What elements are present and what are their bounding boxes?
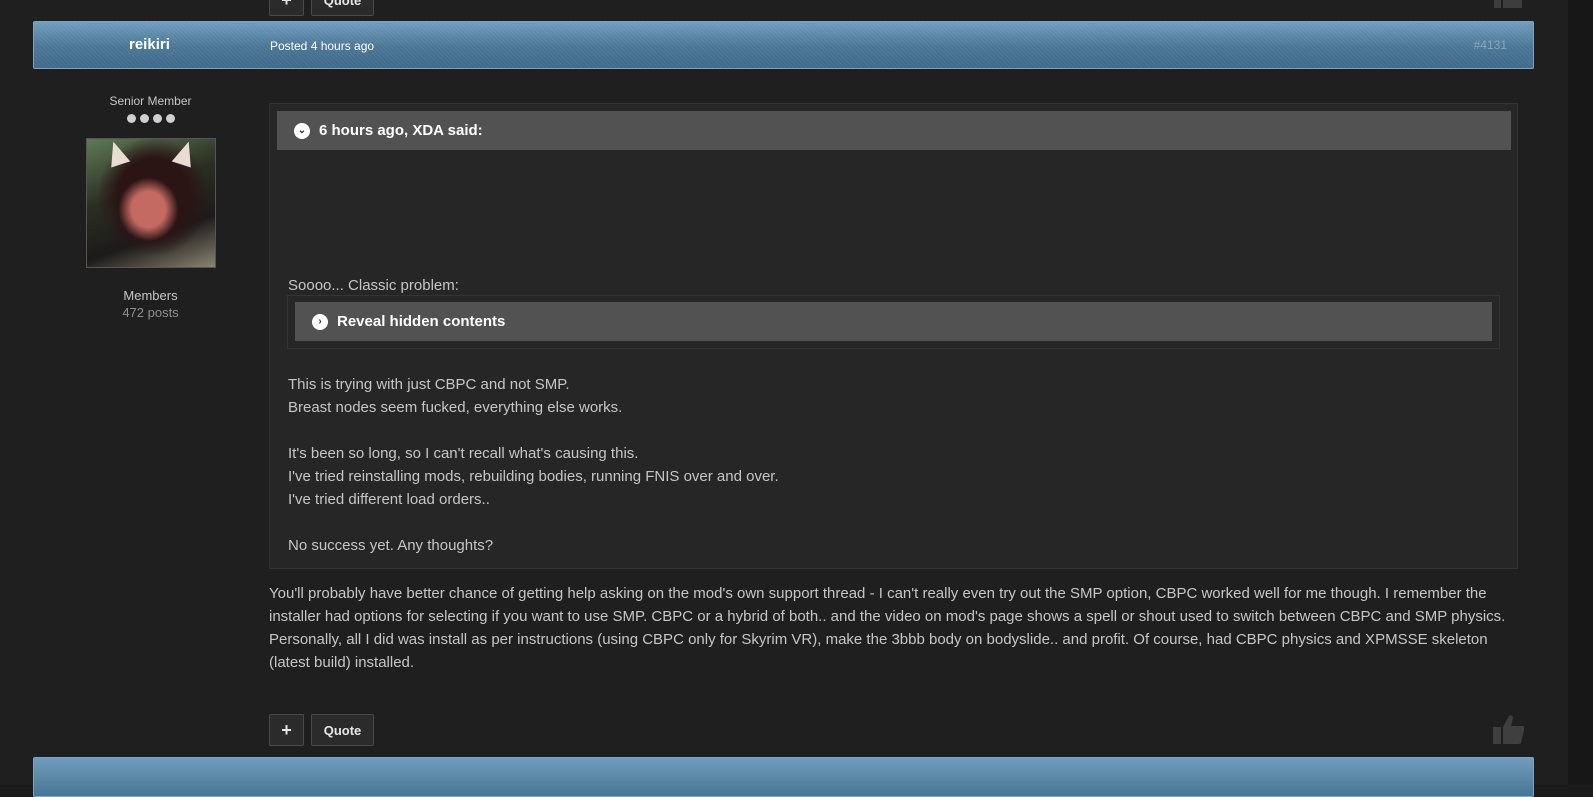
post-timestamp: Posted 4 hours ago (270, 39, 375, 53)
author-column: Senior Member Members 472 posts (33, 94, 268, 320)
prev-multiquote-button[interactable]: + (269, 0, 304, 16)
rank-pip (126, 114, 136, 123)
thumbs-up-icon[interactable] (1493, 714, 1525, 744)
page-frame: + Quote reikiri Posted 4 hours ago #4131… (0, 0, 1569, 797)
quote-header[interactable]: ⌄ 6 hours ago, XDA said: (277, 111, 1511, 150)
quote-block: ⌄ 6 hours ago, XDA said: Soooo... Classi… (269, 103, 1518, 569)
rank-pip (152, 114, 162, 123)
avatar-ear (103, 138, 130, 168)
spoiler-label: Reveal hidden contents (337, 313, 506, 330)
prev-quote-button[interactable]: Quote (311, 0, 374, 16)
quote-intro: Soooo... Classic problem: (288, 277, 459, 294)
chevron-right-icon: › (312, 313, 328, 330)
post-number-link[interactable]: #4131 (1474, 38, 1507, 52)
prev-like-icon[interactable] (1494, 0, 1524, 8)
post-body: You'll probably have better chance of ge… (269, 585, 1506, 671)
spoiler-toggle[interactable]: › Reveal hidden contents (295, 302, 1492, 341)
chevron-down-icon[interactable]: ⌄ (294, 122, 310, 139)
quote-line: No success yet. Any thoughts? (288, 537, 494, 554)
rank-pip (165, 114, 175, 123)
multiquote-button[interactable]: + (269, 714, 304, 746)
post-controls: + Quote (269, 714, 374, 746)
spoiler-block: › Reveal hidden contents (287, 295, 1500, 349)
quote-line: I've tried different load orders.. (288, 491, 490, 508)
avatar[interactable] (85, 138, 216, 268)
quote-line: Breast nodes seem fucked, everything els… (288, 399, 623, 416)
quote-citation: 6 hours ago, XDA said: (319, 122, 483, 139)
rank-pip (139, 114, 149, 123)
post-header: reikiri Posted 4 hours ago #4131 (33, 21, 1534, 69)
scrollbar[interactable] (1568, 0, 1593, 785)
quote-line: I've tried reinstalling mods, rebuilding… (288, 468, 779, 485)
member-group: Members (123, 288, 178, 303)
quote-line: This is trying with just CBPC and not SM… (288, 376, 570, 393)
post-count: 472 posts (122, 305, 179, 320)
rank-pips (33, 114, 268, 123)
quote-line: It's been so long, so I can't recall wha… (288, 445, 639, 462)
prev-post-controls: + Quote (269, 0, 374, 16)
member-rank: Senior Member (109, 94, 192, 108)
quote-button[interactable]: Quote (311, 714, 374, 746)
author-name-link[interactable]: reikiri (129, 36, 170, 53)
avatar-ear (171, 138, 198, 168)
next-post-header (33, 757, 1534, 797)
